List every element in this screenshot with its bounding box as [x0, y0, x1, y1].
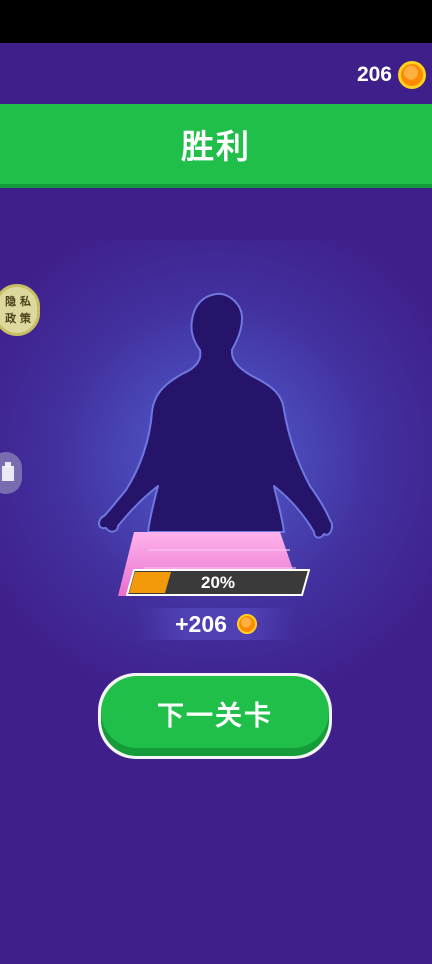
coin-icon: [398, 61, 426, 89]
settings-icon: [2, 462, 14, 481]
banner-title: 胜利: [181, 127, 251, 166]
privacy-label-line2: 政 策: [5, 312, 31, 325]
coin-count: 206: [356, 63, 392, 86]
progress-label: 20%: [200, 573, 236, 592]
progress-bar: 20%: [126, 569, 310, 596]
side-menu-button[interactable]: [0, 452, 22, 494]
privacy-policy-button[interactable]: 隐 私 政 策: [0, 284, 40, 336]
status-bar: [0, 0, 432, 43]
reward-row: +206: [136, 608, 296, 640]
next-level-button-face: 下一关卡: [101, 676, 329, 756]
reward-amount: +206: [175, 610, 227, 637]
next-level-button[interactable]: 下一关卡: [98, 673, 332, 759]
privacy-label-line1: 隐 私: [5, 295, 31, 308]
victory-banner: 胜利: [0, 104, 432, 188]
coin-counter: 206: [357, 60, 426, 90]
dress-silhouette: [98, 292, 334, 596]
next-level-label: 下一关卡: [157, 700, 273, 732]
coin-icon: [236, 614, 257, 634]
